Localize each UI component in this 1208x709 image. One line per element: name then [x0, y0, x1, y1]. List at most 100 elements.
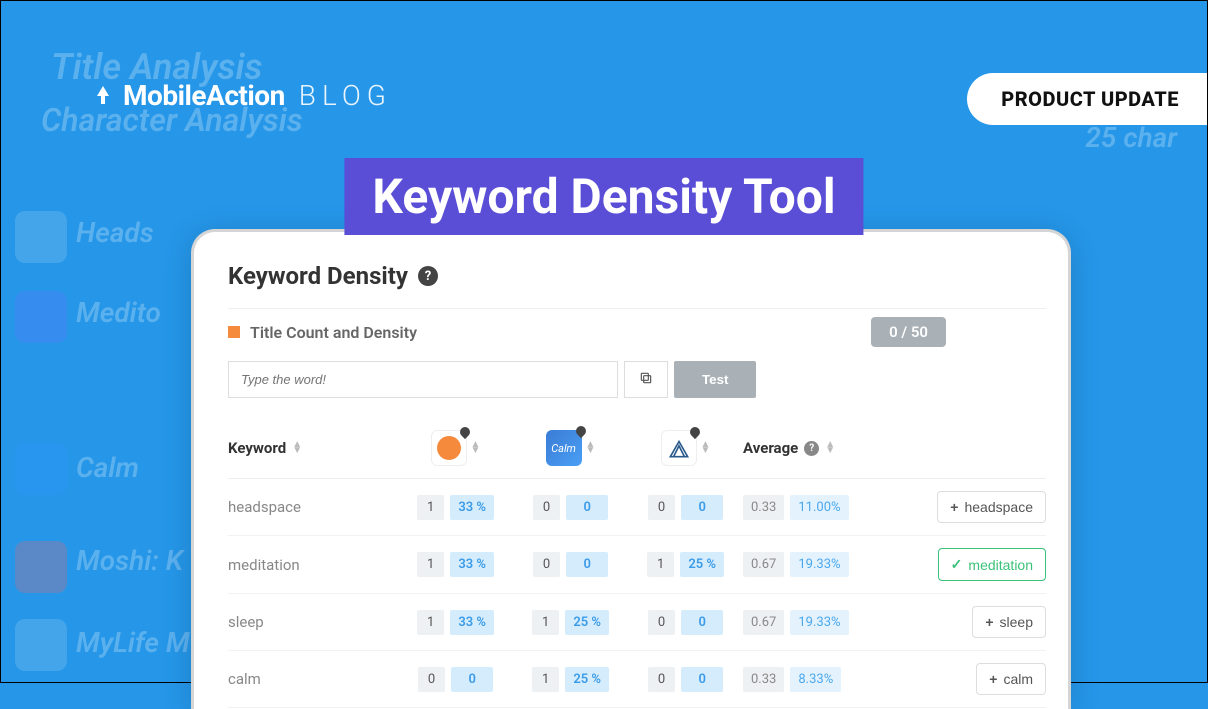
column-average[interactable]: Average ? ▲▼: [743, 439, 893, 457]
bg-app-moshi: Moshi: K: [76, 544, 183, 577]
column-app-calm[interactable]: Calm ▲▼: [513, 430, 628, 466]
percent-value: 0: [681, 495, 723, 520]
average-count: 0.67: [743, 552, 784, 577]
table-row: sleep133 %125 %000.6719.33%+sleep: [228, 594, 1046, 651]
bg-app-heads: Heads: [76, 216, 154, 249]
column-keyword[interactable]: Keyword ▲▼: [228, 439, 398, 457]
app-metric-cell: 133 %: [398, 552, 513, 577]
column-average-label: Average: [743, 439, 798, 457]
bg-chars: 25 char: [1085, 121, 1177, 154]
section-marker-icon: [228, 326, 240, 338]
keyword-cell: sleep: [228, 613, 398, 631]
section-label: Title Count and Density: [250, 323, 861, 342]
count-value: 0: [648, 610, 675, 635]
count-value: 0: [648, 495, 675, 520]
count-value: 1: [417, 495, 444, 520]
column-keyword-label: Keyword: [228, 439, 286, 457]
app-metric-cell: 00: [628, 495, 743, 520]
column-app-headspace[interactable]: ▲▼: [398, 430, 513, 466]
average-percent: 8.33%: [790, 667, 841, 692]
bg-app-icon: [15, 443, 67, 495]
brand-name: MobileAction: [123, 79, 285, 112]
check-icon: ✓: [951, 556, 963, 573]
char-counter: 0 / 50: [871, 317, 946, 347]
percent-value: 25 %: [565, 667, 609, 692]
app-metric-cell: 133 %: [398, 495, 513, 520]
app-metric-cell: 00: [513, 495, 628, 520]
count-value: 1: [532, 667, 559, 692]
copy-button[interactable]: [624, 361, 668, 398]
keyword-input[interactable]: [228, 361, 618, 398]
average-percent: 11.00%: [790, 495, 848, 520]
panel-title-text: Keyword Density: [228, 262, 408, 290]
bg-app-icon: [15, 291, 67, 343]
add-keyword-button[interactable]: + sleep: [972, 606, 1046, 638]
action-cell: + sleep: [893, 606, 1046, 638]
brand-logo: MobileAction BLOG: [91, 79, 392, 112]
app-metric-cell: 125 %: [628, 552, 743, 577]
column-app-mylife[interactable]: ▲▼: [628, 430, 743, 466]
app-headspace-icon: [431, 430, 467, 466]
product-update-badge: PRODUCT UPDATE: [967, 73, 1207, 125]
plus-icon: +: [985, 614, 993, 630]
pin-icon: [573, 424, 587, 438]
percent-value: 33 %: [450, 495, 494, 520]
add-keyword-button[interactable]: +headspace: [937, 491, 1046, 523]
bg-app-calm: Calm: [76, 451, 139, 484]
count-value: 1: [532, 610, 559, 635]
keyword-cell: headspace: [228, 498, 398, 516]
action-label: calm: [1003, 671, 1033, 687]
action-cell: ✓ meditation: [893, 548, 1046, 581]
app-metric-cell: 00: [398, 667, 513, 692]
count-value: 0: [648, 667, 675, 692]
action-cell: + calm: [893, 663, 1046, 695]
plus-icon: +: [989, 671, 997, 687]
average-count: 0.33: [743, 667, 784, 692]
average-cell: 0.6719.33%: [743, 610, 893, 635]
sort-icon: ▲▼: [825, 442, 835, 454]
count-value: 1: [647, 552, 674, 577]
bg-app-medito: Medito: [76, 296, 161, 329]
help-icon[interactable]: ?: [804, 441, 819, 456]
table-header: Keyword ▲▼ ▲▼ Calm ▲▼ ▲▼ Average ?: [228, 414, 1046, 479]
action-label: meditation: [968, 557, 1033, 573]
percent-value: 25 %: [565, 610, 609, 635]
sort-icon: ▲▼: [471, 442, 481, 454]
section-header: Title Count and Density 0 / 50: [228, 308, 1046, 355]
percent-value: 25 %: [680, 552, 724, 577]
count-value: 1: [417, 552, 444, 577]
help-icon[interactable]: ?: [418, 266, 438, 286]
copy-icon: [639, 371, 653, 388]
density-table: Keyword ▲▼ ▲▼ Calm ▲▼ ▲▼ Average ?: [228, 414, 1046, 708]
sort-icon: ▲▼: [586, 442, 596, 454]
percent-value: 33 %: [450, 552, 494, 577]
count-value: 0: [418, 667, 445, 692]
action-label: sleep: [1000, 614, 1033, 630]
percent-value: 0: [566, 552, 608, 577]
device-frame: Keyword Density ? Title Count and Densit…: [191, 229, 1071, 709]
keyword-cell: meditation: [228, 556, 398, 574]
bg-app-icon: [15, 211, 67, 263]
rocket-icon: [91, 84, 115, 108]
added-keyword-button[interactable]: ✓ meditation: [938, 548, 1046, 581]
action-cell: +headspace: [893, 491, 1046, 523]
percent-value: 0: [681, 610, 723, 635]
percent-value: 0: [566, 495, 608, 520]
app-calm-icon: Calm: [546, 430, 582, 466]
table-row: meditation133 %00125 %0.6719.33%✓meditat…: [228, 536, 1046, 594]
app-mylife-icon: [661, 430, 697, 466]
count-value: 0: [533, 552, 560, 577]
sort-icon: ▲▼: [701, 442, 711, 454]
sort-icon: ▲▼: [292, 442, 302, 454]
percent-value: 0: [451, 667, 493, 692]
app-metric-cell: 00: [628, 610, 743, 635]
app-metric-cell: 133 %: [398, 610, 513, 635]
percent-value: 33 %: [450, 610, 494, 635]
average-percent: 19.33%: [790, 552, 848, 577]
add-keyword-button[interactable]: + calm: [976, 663, 1046, 695]
test-button[interactable]: Test: [674, 361, 756, 398]
keyword-cell: calm: [228, 670, 398, 688]
average-cell: 0.3311.00%: [743, 495, 893, 520]
action-label: headspace: [964, 499, 1033, 515]
app-metric-cell: 00: [628, 667, 743, 692]
